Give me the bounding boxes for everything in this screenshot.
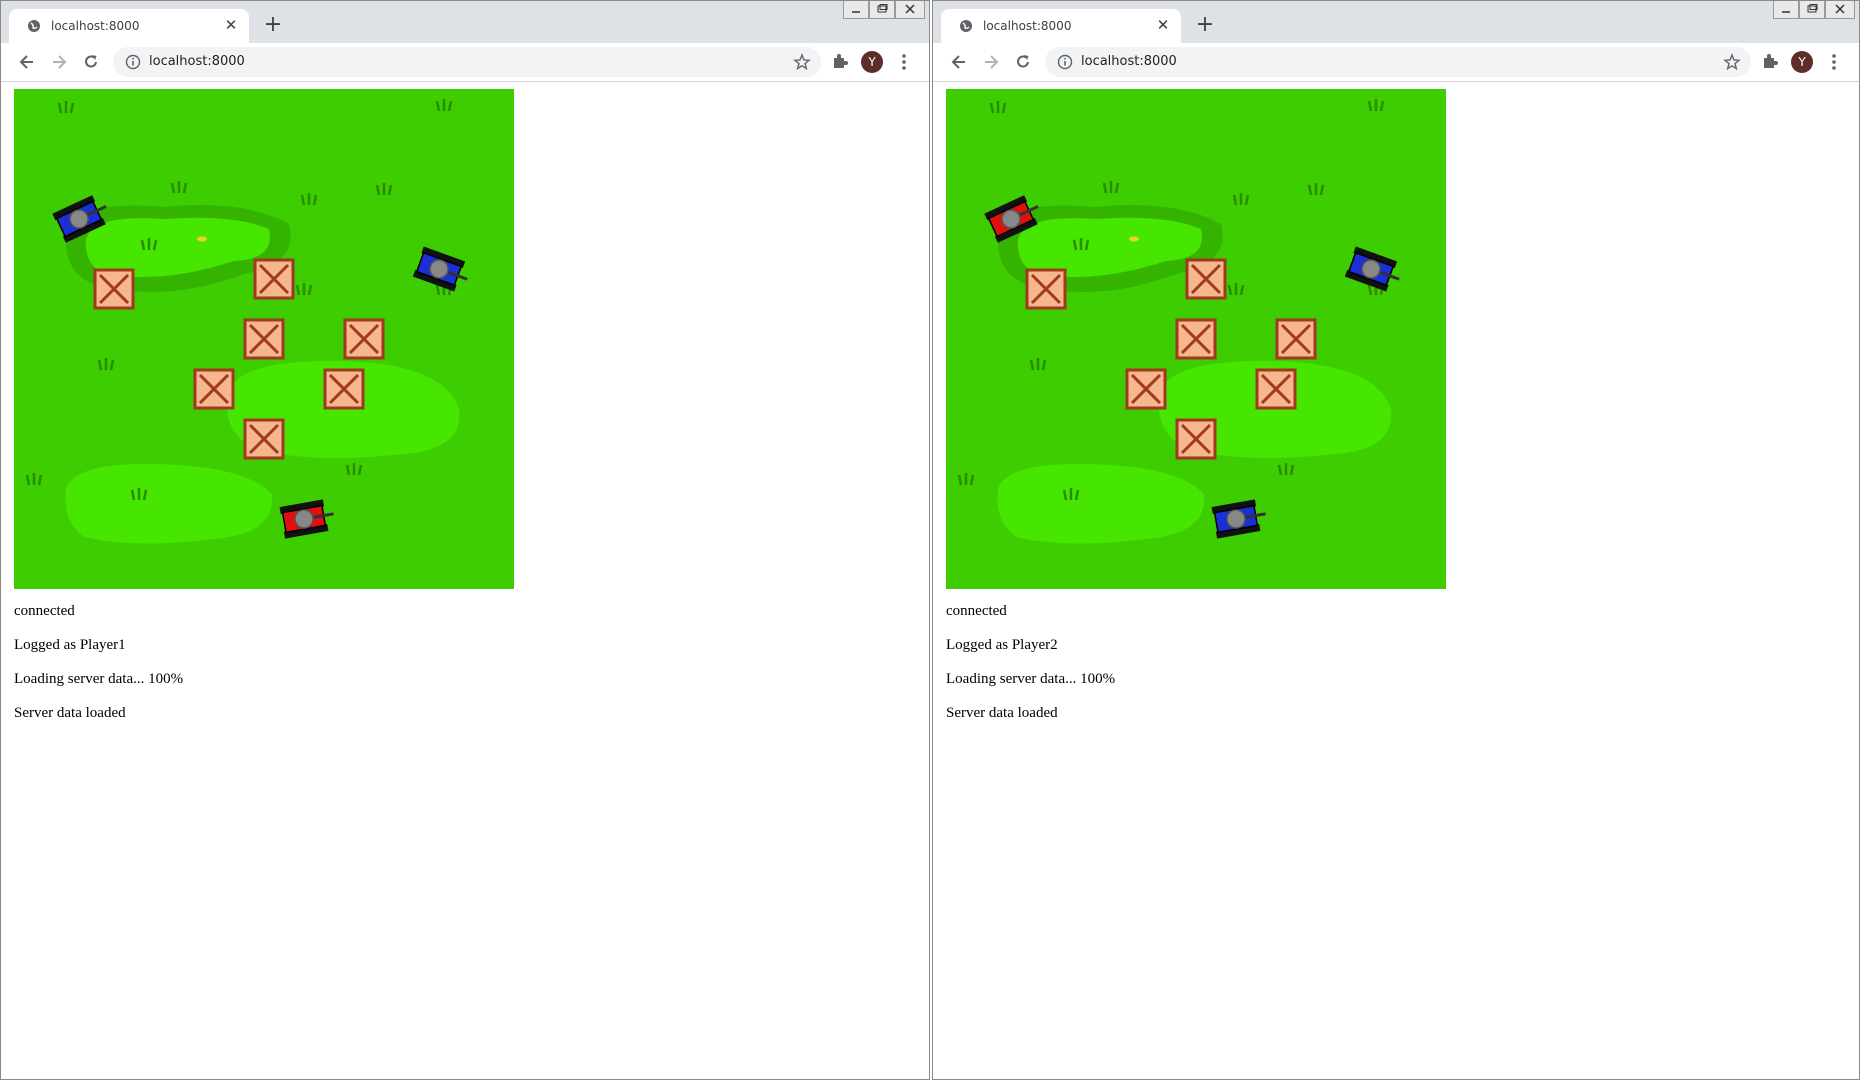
close-tab-icon[interactable]: ✕	[1155, 17, 1171, 33]
wooden-crate	[1185, 258, 1227, 300]
tab-title: localhost:8000	[983, 19, 1072, 33]
profile-avatar[interactable]: Y	[861, 51, 883, 73]
forward-arrow-icon[interactable]	[49, 52, 69, 72]
wooden-crate	[1175, 418, 1217, 460]
status-line-connection: connected	[14, 603, 75, 619]
status-line-loading: Loading server data... 100%	[14, 671, 184, 687]
address-bar[interactable]: localhost:8000	[1045, 47, 1751, 77]
game-canvas[interactable]	[14, 89, 514, 589]
tab-title: localhost:8000	[51, 19, 140, 33]
address-bar[interactable]: localhost:8000	[113, 47, 821, 77]
browser-toolbar: localhost:8000 Y	[933, 43, 1859, 82]
minimize-button[interactable]	[1773, 1, 1799, 19]
wooden-crate	[1255, 368, 1297, 410]
profile-avatar[interactable]: Y	[1791, 51, 1813, 73]
close-icon	[1835, 4, 1845, 14]
restore-button[interactable]	[869, 1, 895, 19]
minimize-icon	[1782, 11, 1790, 13]
back-arrow-icon[interactable]	[17, 52, 37, 72]
info-icon[interactable]	[1057, 54, 1073, 70]
minimize-icon	[852, 11, 860, 13]
url-text[interactable]: localhost:8000	[1081, 54, 1177, 69]
browser-toolbar: localhost:8000 Y	[1, 43, 929, 82]
status-line-loading: Loading server data... 100%	[946, 671, 1116, 687]
wooden-crate	[323, 368, 365, 410]
close-window-button[interactable]	[1825, 1, 1855, 19]
small-flower	[1129, 236, 1139, 242]
browser-window-player1: localhost:8000 ✕ + localhost:8000 Y conn…	[0, 0, 930, 1080]
bookmark-star-icon[interactable]	[1723, 53, 1741, 71]
status-line-loaded: Server data loaded	[946, 705, 1058, 721]
forward-arrow-icon[interactable]	[981, 52, 1001, 72]
browser-tab[interactable]: localhost:8000 ✕	[941, 9, 1181, 43]
wooden-crate	[243, 318, 285, 360]
small-flower	[197, 236, 207, 242]
info-icon[interactable]	[125, 54, 141, 70]
bookmark-star-icon[interactable]	[793, 53, 811, 71]
wooden-crate	[343, 318, 385, 360]
url-text[interactable]: localhost:8000	[149, 54, 245, 69]
status-line-login: Logged as Player1	[14, 637, 126, 653]
globe-icon	[960, 20, 972, 32]
restore-icon	[1807, 4, 1818, 13]
wooden-crate	[1275, 318, 1317, 360]
status-log: connected Logged as Player2 Loading serv…	[946, 602, 1115, 738]
wooden-crate	[1175, 318, 1217, 360]
kebab-menu-icon[interactable]	[895, 52, 913, 72]
tab-strip: localhost:8000 ✕ +	[1, 1, 929, 43]
reload-icon[interactable]	[1013, 52, 1033, 72]
game-canvas[interactable]	[946, 89, 1446, 589]
reload-icon[interactable]	[81, 52, 101, 72]
close-tab-icon[interactable]: ✕	[223, 17, 239, 33]
wooden-crate	[193, 368, 235, 410]
browser-window-player2: localhost:8000 ✕ + localhost:8000 Y conn…	[932, 0, 1860, 1080]
wooden-crate	[93, 268, 135, 310]
restore-button[interactable]	[1799, 1, 1825, 19]
status-line-login: Logged as Player2	[946, 637, 1058, 653]
extensions-puzzle-icon[interactable]	[1761, 52, 1779, 70]
kebab-menu-icon[interactable]	[1825, 52, 1843, 72]
extensions-puzzle-icon[interactable]	[831, 52, 849, 70]
page-viewport: connected Logged as Player1 Loading serv…	[1, 82, 929, 1079]
new-tab-plus-icon[interactable]: +	[263, 14, 283, 36]
close-window-button[interactable]	[895, 1, 925, 19]
minimize-button[interactable]	[843, 1, 869, 19]
close-icon	[905, 4, 915, 14]
back-arrow-icon[interactable]	[949, 52, 969, 72]
new-tab-plus-icon[interactable]: +	[1195, 14, 1215, 36]
status-line-loaded: Server data loaded	[14, 705, 126, 721]
light-grass-patch	[65, 464, 273, 544]
wooden-crate	[243, 418, 285, 460]
status-log: connected Logged as Player1 Loading serv…	[14, 602, 183, 738]
tab-strip: localhost:8000 ✕ +	[933, 1, 1859, 43]
page-viewport: connected Logged as Player2 Loading serv…	[933, 82, 1859, 1079]
restore-icon	[877, 4, 888, 13]
wooden-crate	[253, 258, 295, 300]
status-line-connection: connected	[946, 603, 1007, 619]
wooden-crate	[1025, 268, 1067, 310]
wooden-crate	[1125, 368, 1167, 410]
light-grass-patch	[997, 464, 1205, 544]
browser-tab[interactable]: localhost:8000 ✕	[9, 9, 249, 43]
globe-icon	[28, 20, 40, 32]
